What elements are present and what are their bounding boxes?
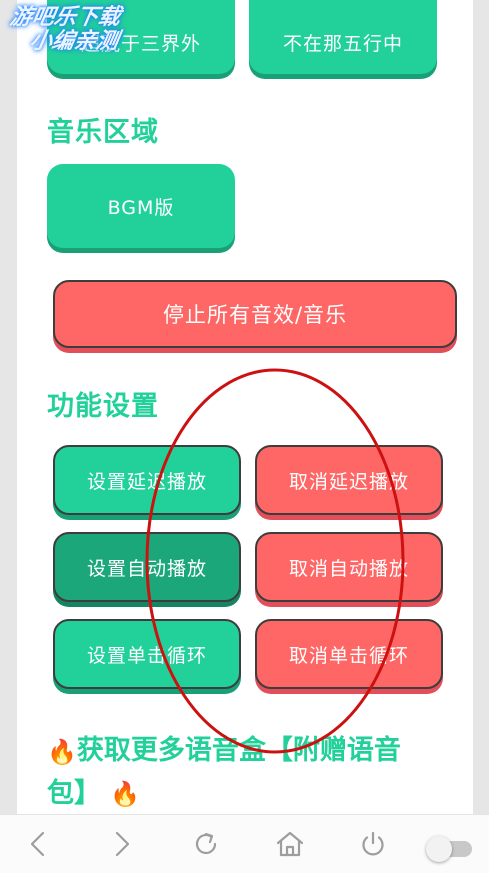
fire-icon-trailing: 🔥 [110, 780, 141, 808]
set-autoplay-button[interactable]: 设置自动播放 [53, 532, 241, 602]
fire-icon: 🔥 [47, 737, 77, 766]
toggle-knob [426, 836, 452, 862]
cancel-loop-button[interactable]: 取消单击循环 [255, 619, 443, 689]
back-icon[interactable] [18, 815, 58, 873]
forward-icon[interactable] [102, 815, 142, 873]
set-loop-label: 设置单击循环 [86, 644, 207, 667]
bottom-nav-bar [0, 814, 489, 873]
cancel-autoplay-button[interactable]: 取消自动播放 [255, 532, 443, 602]
cancel-delay-button[interactable]: 取消延迟播放 [255, 445, 443, 515]
power-icon[interactable] [353, 815, 393, 873]
button-buzai-label: 不在那五行中 [282, 32, 403, 55]
night-mode-toggle[interactable] [426, 836, 474, 862]
stop-all-button-label: 停止所有音效/音乐 [162, 303, 348, 327]
cancel-autoplay-label: 取消自动播放 [288, 557, 409, 580]
stop-all-button[interactable]: 停止所有音效/音乐 [53, 280, 457, 348]
bgm-button[interactable]: BGM版 [47, 164, 235, 248]
refresh-icon[interactable] [186, 815, 226, 873]
watermark-line1: 游吧乐下载 [8, 5, 123, 30]
settings-section-title: 功能设置 [47, 391, 159, 422]
set-loop-button[interactable]: 设置单击循环 [53, 619, 241, 689]
button-buzai[interactable]: 不在那五行中 [249, 0, 437, 74]
cancel-loop-label: 取消单击循环 [288, 644, 409, 667]
set-delay-button[interactable]: 设置延迟播放 [53, 445, 241, 515]
music-section-title: 音乐区域 [47, 117, 159, 148]
home-icon[interactable] [270, 815, 310, 873]
cancel-delay-label: 取消延迟播放 [288, 470, 409, 493]
more-voice-boxes-text: 获取更多语音盒【附赠语音包】 [47, 735, 401, 809]
more-voice-boxes-link[interactable]: 🔥获取更多语音盒【附赠语音包】 🔥 [47, 730, 447, 814]
bgm-button-label: BGM版 [107, 196, 175, 219]
set-autoplay-label: 设置自动播放 [86, 557, 207, 580]
watermark-logo: 游吧乐下载 小编亲测 [4, 5, 124, 54]
watermark-line2: 小编亲测 [27, 29, 121, 54]
set-delay-label: 设置延迟播放 [86, 470, 207, 493]
page-content: 超脱于三界外 不在那五行中 音乐区域 BGM版 停止所有音效/音乐 功能设置 设… [17, 0, 473, 814]
